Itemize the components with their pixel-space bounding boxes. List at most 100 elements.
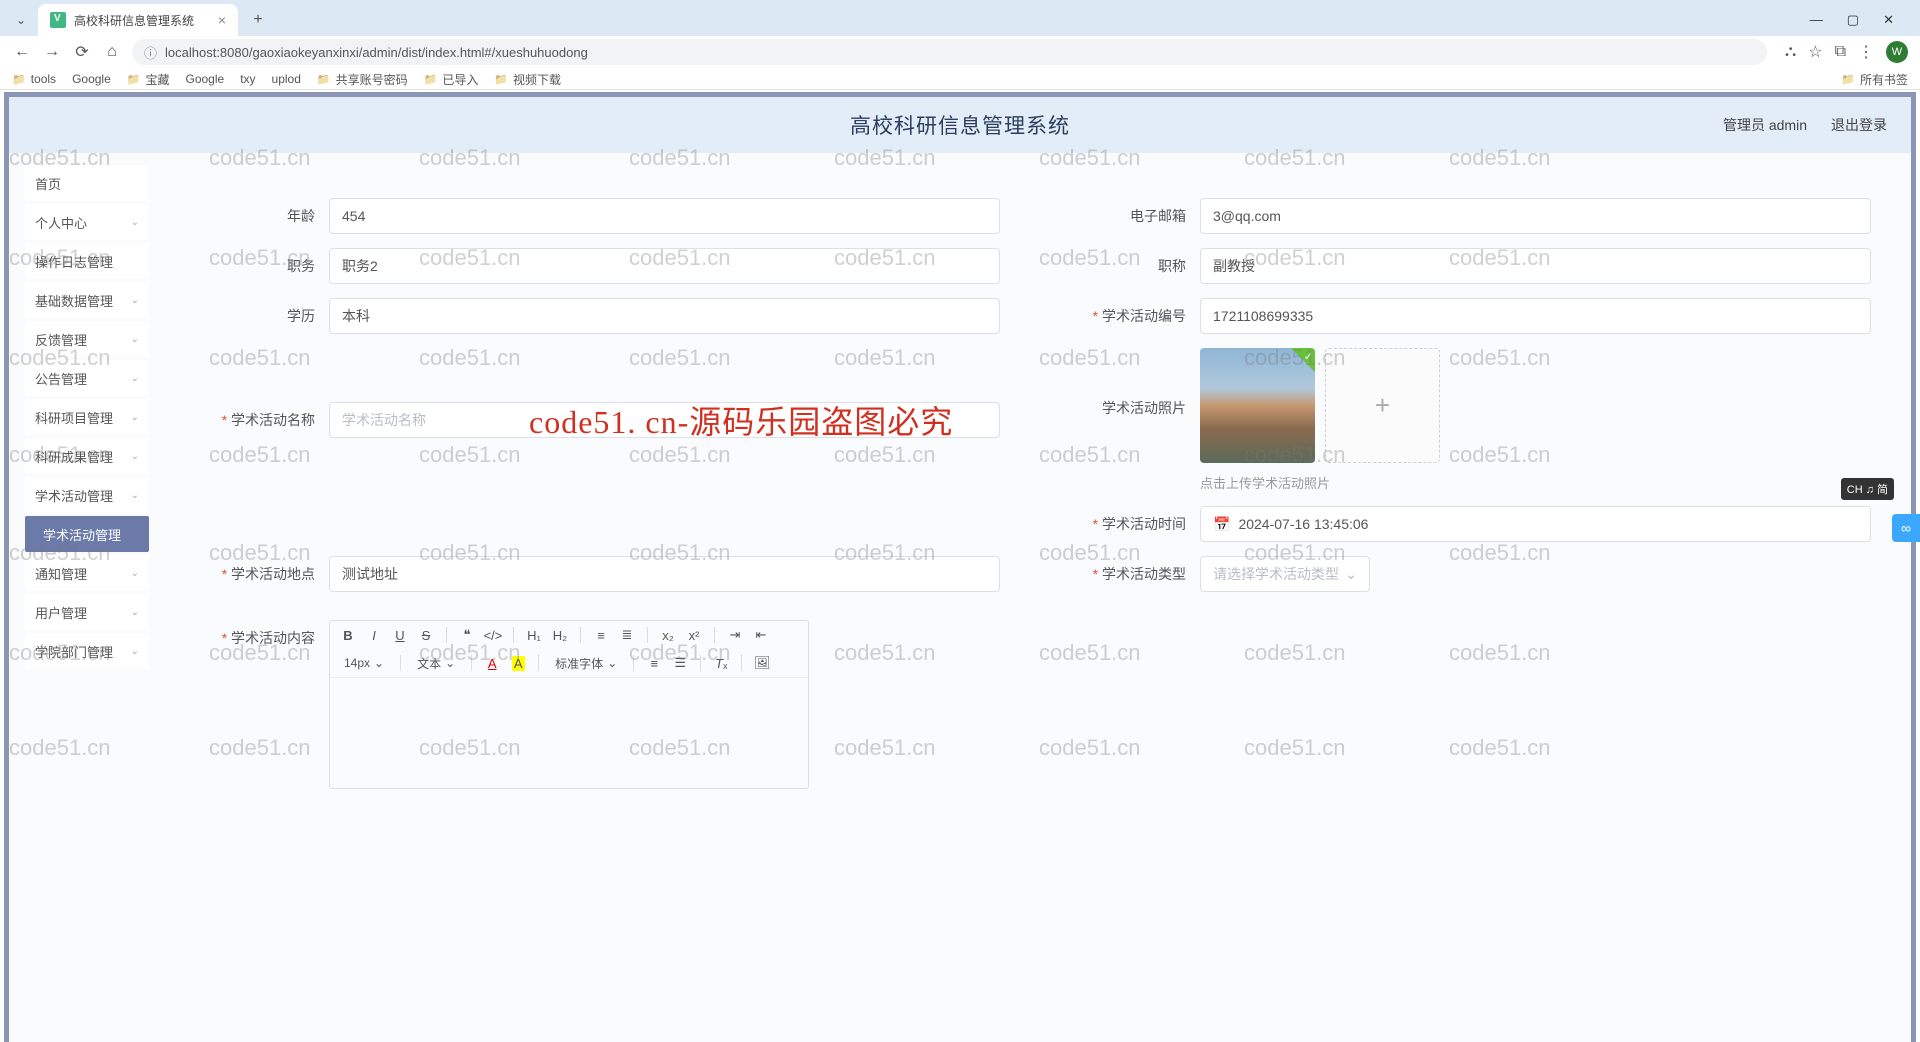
tab-close-icon[interactable]: × bbox=[218, 12, 226, 28]
bookmark-item[interactable]: uplod bbox=[272, 72, 301, 86]
all-bookmarks[interactable]: 所有书签 bbox=[1841, 71, 1908, 88]
label-activity-name: 学术活动名称 bbox=[189, 410, 329, 430]
chevron-down-icon: ⌄ bbox=[131, 295, 139, 306]
input-title[interactable]: 副教授 bbox=[1200, 248, 1871, 284]
sidebar-item[interactable]: 个人中心⌄ bbox=[25, 204, 149, 240]
back-icon[interactable]: ← bbox=[12, 42, 32, 62]
strike-icon[interactable]: S bbox=[416, 625, 436, 645]
browser-tab[interactable]: 高校科研信息管理系统 × bbox=[38, 4, 238, 36]
bold-icon[interactable]: B bbox=[338, 625, 358, 645]
reload-icon[interactable]: ⟳ bbox=[72, 42, 92, 62]
label-activity-content: 学术活动内容 bbox=[189, 620, 329, 648]
main-form: 年龄454 电子邮箱3@qq.com 职务职务2 职称副教授 学历本科 学术活动… bbox=[149, 153, 1911, 1042]
tab-bar: ⌄ 高校科研信息管理系统 × + — ▢ ✕ bbox=[0, 0, 1920, 36]
sidebar-item[interactable]: 用户管理⌄ bbox=[25, 594, 149, 630]
sidebar-item[interactable]: 反馈管理⌄ bbox=[25, 321, 149, 357]
input-education[interactable]: 本科 bbox=[329, 298, 1000, 334]
input-activity-place[interactable]: 测试地址 bbox=[329, 556, 1000, 592]
translate-icon[interactable]: ⛬ bbox=[1785, 43, 1796, 61]
font-color-icon[interactable]: A bbox=[482, 653, 502, 673]
ordered-list-icon[interactable]: ≡ bbox=[591, 625, 611, 645]
chevron-down-icon: ⌄ bbox=[131, 490, 139, 501]
sidebar-item[interactable]: 科研项目管理⌄ bbox=[25, 399, 149, 435]
sidebar-item[interactable]: 学术活动管理⌄ bbox=[25, 477, 149, 513]
sidebar-item[interactable]: 首页 bbox=[25, 165, 149, 201]
bg-color-icon[interactable]: A bbox=[508, 653, 528, 673]
floating-tool-button[interactable]: ∞ bbox=[1892, 514, 1920, 542]
app-header: 高校科研信息管理系统 管理员 admin 退出登录 bbox=[9, 97, 1911, 153]
input-age[interactable]: 454 bbox=[329, 198, 1000, 234]
h2-icon[interactable]: H₂ bbox=[550, 625, 570, 645]
uploaded-image[interactable] bbox=[1200, 348, 1315, 463]
quote-icon[interactable]: ❝ bbox=[457, 625, 477, 645]
extensions-icon[interactable]: ⧉ bbox=[1835, 43, 1846, 61]
browser-chrome: ⌄ 高校科研信息管理系统 × + — ▢ ✕ ← → ⟳ ⌂ ⓘ localho… bbox=[0, 0, 1920, 90]
close-window-icon[interactable]: ✕ bbox=[1883, 12, 1894, 28]
label-position: 职务 bbox=[189, 256, 329, 276]
current-user[interactable]: 管理员 admin bbox=[1723, 115, 1807, 135]
font-size-select[interactable]: 14px ⌄ bbox=[338, 656, 390, 670]
bookmark-item[interactable]: 共享账号密码 bbox=[317, 71, 408, 88]
text-style-select[interactable]: 文本 ⌄ bbox=[411, 655, 461, 672]
sidebar-item[interactable]: 学术活动管理 bbox=[25, 516, 149, 552]
input-position[interactable]: 职务2 bbox=[329, 248, 1000, 284]
subscript-icon[interactable]: x₂ bbox=[658, 625, 678, 645]
bookmark-item[interactable]: 视频下载 bbox=[494, 71, 561, 88]
forward-icon[interactable]: → bbox=[42, 42, 62, 62]
align-center-icon[interactable]: ☰ bbox=[670, 653, 690, 673]
url-field[interactable]: ⓘ localhost:8080/gaoxiaokeyanxinxi/admin… bbox=[132, 39, 1767, 65]
label-email: 电子邮箱 bbox=[1060, 206, 1200, 226]
minimize-icon[interactable]: — bbox=[1810, 12, 1823, 28]
label-education: 学历 bbox=[189, 306, 329, 326]
calendar-icon: 📅 bbox=[1213, 516, 1230, 533]
align-icon[interactable]: ≡ bbox=[644, 653, 664, 673]
input-email[interactable]: 3@qq.com bbox=[1200, 198, 1871, 234]
profile-avatar[interactable]: W bbox=[1886, 41, 1908, 63]
select-activity-type[interactable]: 请选择学术活动类型⌄ bbox=[1200, 556, 1370, 592]
bookmark-item[interactable]: 已导入 bbox=[424, 71, 479, 88]
code-icon[interactable]: </> bbox=[483, 625, 503, 645]
input-activity-time[interactable]: 📅2024-07-16 13:45:06 bbox=[1200, 506, 1871, 542]
address-bar: ← → ⟳ ⌂ ⓘ localhost:8080/gaoxiaokeyanxin… bbox=[0, 36, 1920, 68]
vue-favicon-icon bbox=[50, 12, 66, 28]
indent-icon[interactable]: ⇥ bbox=[725, 625, 745, 645]
sidebar-item[interactable]: 公告管理⌄ bbox=[25, 360, 149, 396]
input-activity-no[interactable]: 1721108699335 bbox=[1200, 298, 1871, 334]
sidebar-item[interactable]: 通知管理⌄ bbox=[25, 555, 149, 591]
logout-link[interactable]: 退出登录 bbox=[1831, 115, 1887, 135]
home-icon[interactable]: ⌂ bbox=[102, 42, 122, 62]
sidebar: 首页个人中心⌄操作日志管理基础数据管理⌄反馈管理⌄公告管理⌄科研项目管理⌄科研成… bbox=[9, 153, 149, 1042]
upload-add-button[interactable]: + bbox=[1325, 348, 1440, 463]
app-title: 高校科研信息管理系统 bbox=[850, 110, 1070, 140]
editor-body[interactable] bbox=[330, 678, 808, 788]
chevron-down-icon: ⌄ bbox=[1345, 566, 1357, 583]
superscript-icon[interactable]: x² bbox=[684, 625, 704, 645]
sidebar-item[interactable]: 学院部门管理⌄ bbox=[25, 633, 149, 669]
font-family-select[interactable]: 标准字体 ⌄ bbox=[549, 655, 623, 672]
menu-icon[interactable]: ⋮ bbox=[1858, 42, 1874, 62]
bookmark-icon[interactable]: ☆ bbox=[1808, 42, 1822, 62]
rich-text-editor[interactable]: B I U S ❝ </> H₁ H₂ ≡ ≣ bbox=[329, 620, 809, 789]
input-activity-name[interactable]: 学术活动名称 bbox=[329, 402, 1000, 438]
maximize-icon[interactable]: ▢ bbox=[1847, 12, 1859, 28]
bookmark-item[interactable]: Google bbox=[185, 72, 224, 86]
sidebar-item[interactable]: 基础数据管理⌄ bbox=[25, 282, 149, 318]
outdent-icon[interactable]: ⇤ bbox=[751, 625, 771, 645]
site-info-icon[interactable]: ⓘ bbox=[144, 43, 157, 62]
clear-format-icon[interactable]: Tₓ bbox=[711, 653, 731, 673]
bookmark-item[interactable]: tools bbox=[12, 72, 56, 86]
tab-menu-button[interactable]: ⌄ bbox=[11, 10, 31, 30]
bookmark-item[interactable]: txy bbox=[240, 72, 255, 86]
image-icon[interactable]: 🖼 bbox=[752, 653, 772, 673]
label-age: 年龄 bbox=[189, 206, 329, 226]
sidebar-item[interactable]: 操作日志管理 bbox=[25, 243, 149, 279]
h1-icon[interactable]: H₁ bbox=[524, 625, 544, 645]
new-tab-button[interactable]: + bbox=[244, 6, 272, 34]
unordered-list-icon[interactable]: ≣ bbox=[617, 625, 637, 645]
label-activity-time: 学术活动时间 bbox=[1060, 514, 1200, 534]
bookmark-item[interactable]: 宝藏 bbox=[127, 71, 170, 88]
sidebar-item[interactable]: 科研成果管理⌄ bbox=[25, 438, 149, 474]
bookmark-item[interactable]: Google bbox=[72, 72, 111, 86]
underline-icon[interactable]: U bbox=[390, 625, 410, 645]
italic-icon[interactable]: I bbox=[364, 625, 384, 645]
